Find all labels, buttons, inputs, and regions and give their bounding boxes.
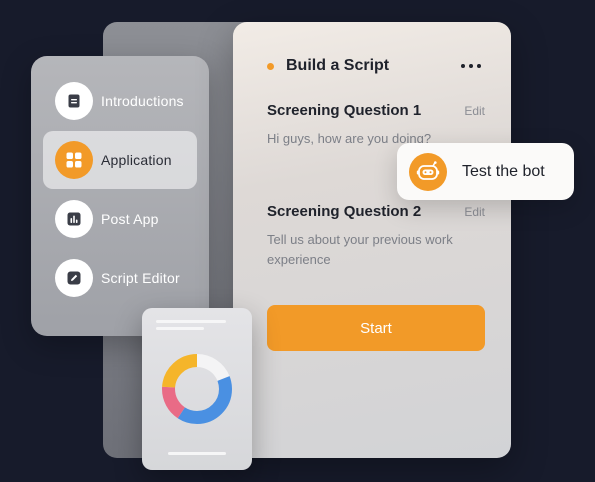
sidebar: Introductions Application Post App Scrip… xyxy=(31,56,209,336)
test-bot-label: Test the bot xyxy=(462,162,545,180)
sidebar-item-application[interactable]: Application xyxy=(43,131,197,189)
sidebar-item-script-editor[interactable]: Script Editor xyxy=(43,249,197,307)
build-script-card: Build a Script Screening Question 1 Edit… xyxy=(233,22,511,458)
card-header: Build a Script xyxy=(267,56,485,76)
screening-question-2: Screening Question 2 Edit Tell us about … xyxy=(267,203,485,270)
question-text: Tell us about your previous work experie… xyxy=(267,232,453,267)
test-bot-button[interactable]: Test the bot xyxy=(397,143,574,200)
bar-chart-icon xyxy=(55,200,93,238)
sidebar-item-label: Script Editor xyxy=(101,270,180,286)
start-button[interactable]: Start xyxy=(267,305,485,351)
placeholder-line xyxy=(156,320,226,323)
sidebar-item-label: Introductions xyxy=(101,93,184,109)
placeholder-line xyxy=(156,327,204,330)
mini-chart-card xyxy=(142,308,252,470)
screening-question-1: Screening Question 1 Edit Hi guys, how a… xyxy=(267,102,485,149)
document-icon xyxy=(55,82,93,120)
robot-icon xyxy=(409,152,447,191)
grid-icon xyxy=(55,141,93,179)
donut-chart-icon xyxy=(162,354,232,424)
pencil-icon xyxy=(55,259,93,297)
sidebar-item-label: Post App xyxy=(101,211,159,227)
question-title: Screening Question 2 xyxy=(267,203,422,220)
placeholder-line xyxy=(168,452,226,455)
sidebar-item-introductions[interactable]: Introductions xyxy=(43,72,197,130)
question-title: Screening Question 1 xyxy=(267,102,422,119)
edit-link[interactable]: Edit xyxy=(464,104,485,118)
edit-link[interactable]: Edit xyxy=(464,205,485,219)
sidebar-item-post-app[interactable]: Post App xyxy=(43,190,197,248)
card-title: Build a Script xyxy=(286,57,390,74)
more-dots-icon[interactable] xyxy=(457,60,485,72)
sidebar-item-label: Application xyxy=(101,152,172,168)
status-dot xyxy=(267,62,274,70)
